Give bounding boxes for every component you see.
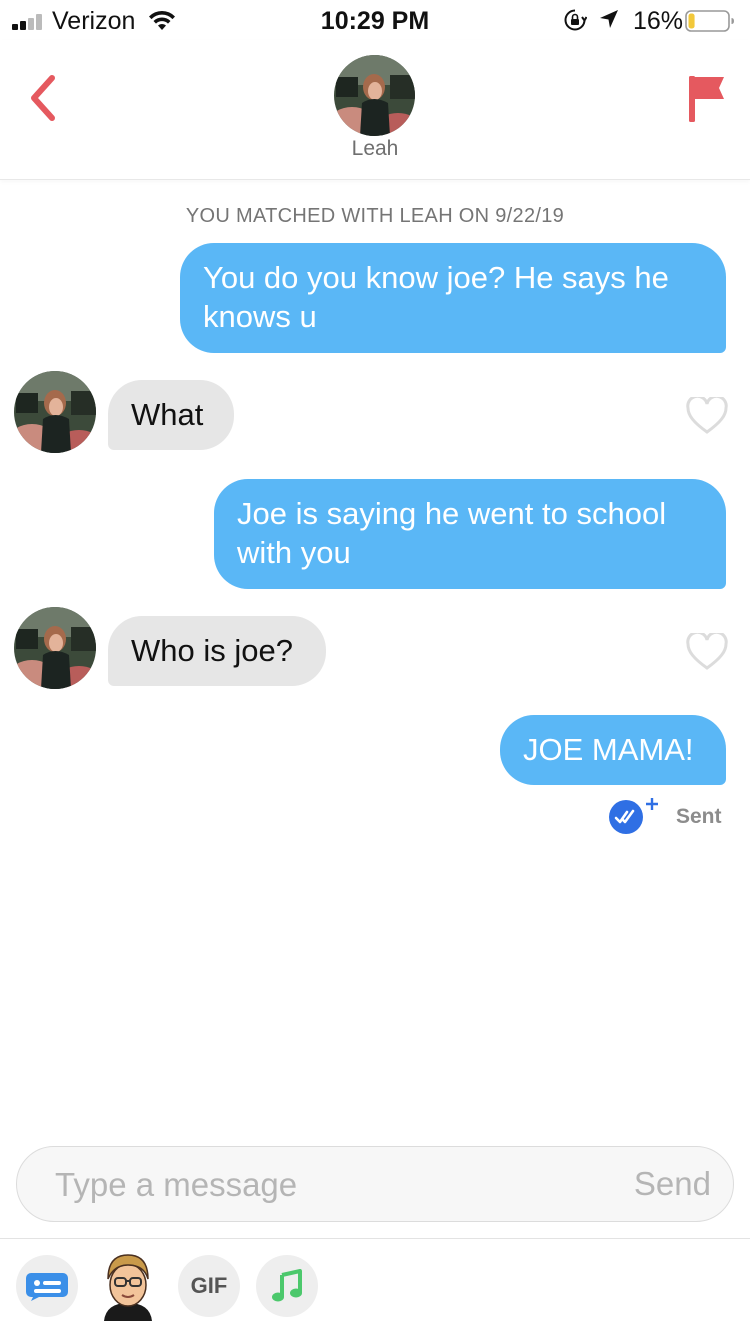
incoming-message[interactable]: What bbox=[108, 380, 234, 450]
status-bar: Verizon 10:29 PM 16% bbox=[0, 0, 750, 40]
read-receipt-icon[interactable] bbox=[608, 796, 658, 836]
message-input[interactable] bbox=[55, 1165, 575, 1205]
contact-name: Leah bbox=[351, 137, 399, 160]
avatar[interactable] bbox=[14, 371, 96, 453]
music-note-icon bbox=[272, 1269, 302, 1302]
flag-icon[interactable] bbox=[686, 74, 726, 124]
attachment-toolbar: GIF bbox=[0, 1238, 750, 1334]
sticker-card-icon bbox=[26, 1273, 68, 1301]
outgoing-message[interactable]: You do you know joe? He says he knows u bbox=[180, 243, 726, 353]
battery-icon bbox=[685, 10, 734, 32]
gif-label: GIF bbox=[190, 1273, 228, 1298]
message-composer: Send bbox=[16, 1146, 734, 1222]
bitmoji-icon[interactable] bbox=[100, 1251, 156, 1321]
location-arrow-icon bbox=[600, 10, 618, 28]
heart-icon[interactable] bbox=[686, 633, 728, 671]
match-notice: YOU MATCHED WITH LEAH ON 9/22/19 bbox=[185, 205, 565, 227]
sticker-card-button[interactable] bbox=[16, 1255, 78, 1317]
chat-header: Leah bbox=[0, 40, 750, 180]
sent-status: Sent bbox=[676, 805, 722, 828]
outgoing-message[interactable]: Joe is saying he went to school with you bbox=[214, 479, 726, 589]
music-button[interactable] bbox=[256, 1255, 318, 1317]
chevron-left-icon[interactable] bbox=[22, 70, 66, 126]
rotation-lock-icon bbox=[564, 9, 587, 31]
incoming-message[interactable]: Who is joe? bbox=[108, 616, 326, 686]
gif-button[interactable]: GIF bbox=[178, 1255, 240, 1317]
heart-icon[interactable] bbox=[686, 397, 728, 435]
battery-percent: 16% bbox=[633, 7, 684, 35]
avatar[interactable] bbox=[14, 607, 96, 689]
send-button[interactable]: Send bbox=[634, 1165, 711, 1203]
outgoing-message[interactable]: JOE MAMA! bbox=[500, 715, 726, 785]
avatar[interactable] bbox=[334, 55, 415, 136]
